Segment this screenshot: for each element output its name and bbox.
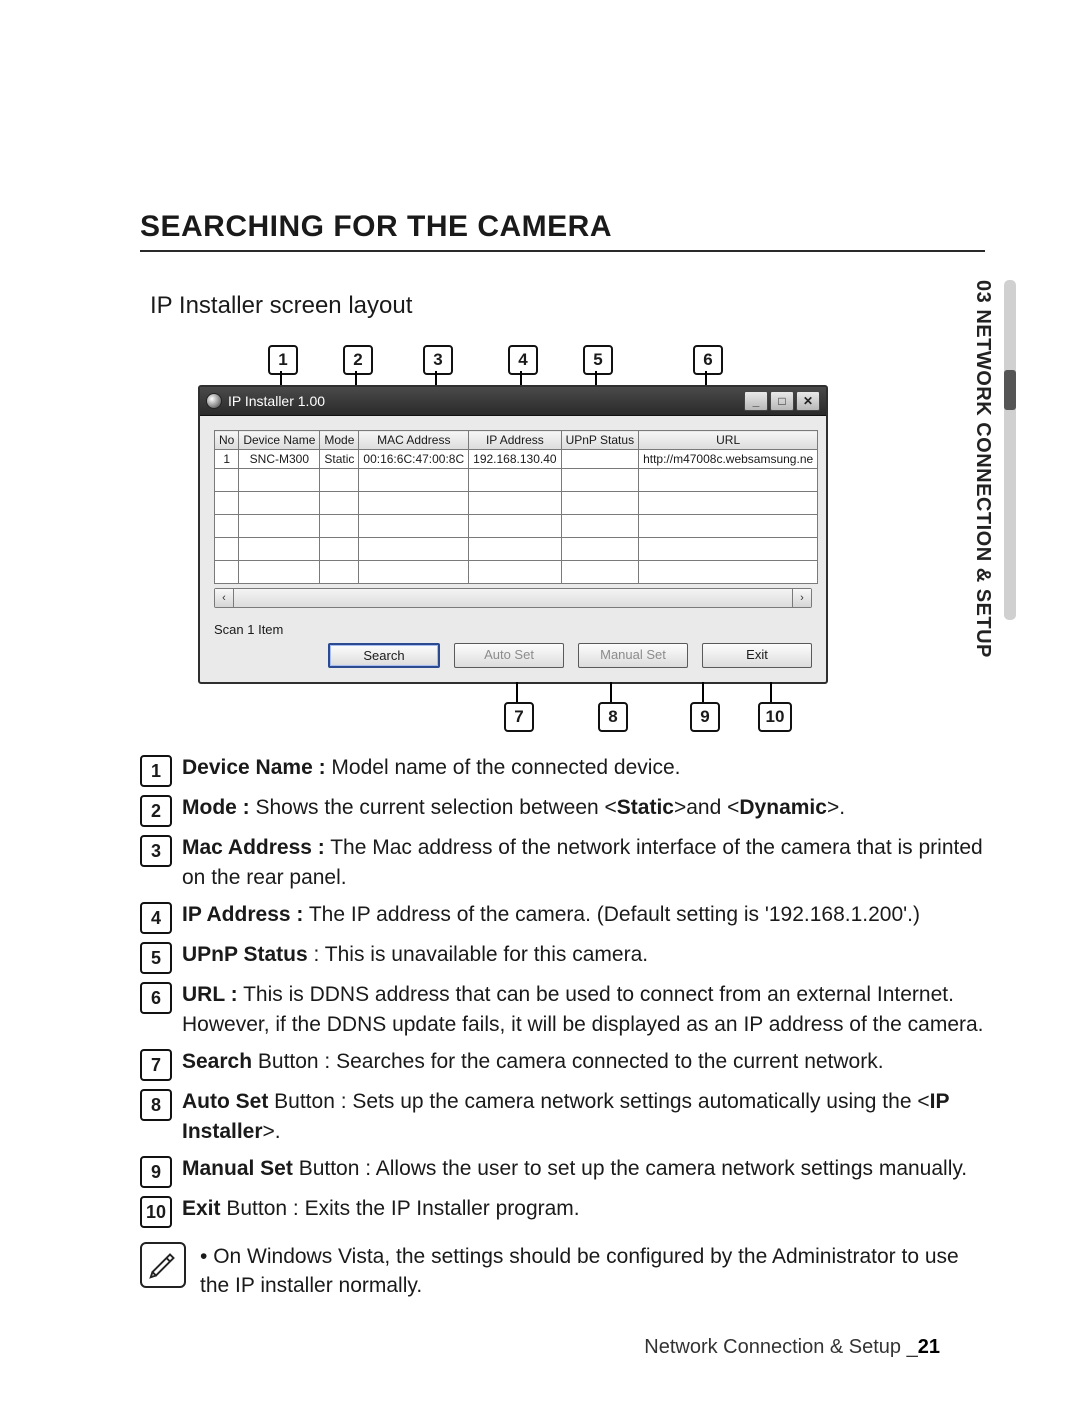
- chapter-side-tab: 03 NETWORK CONNECTION & SETUP: [971, 280, 1016, 658]
- callout-10: 10: [758, 702, 792, 732]
- maximize-button[interactable]: □: [770, 391, 794, 411]
- cell-no: 1: [215, 450, 239, 469]
- description-item: 2 Mode : Shows the current selection betw…: [140, 793, 985, 827]
- description-number: 6: [140, 982, 172, 1014]
- description-text: Mac Address : The Mac address of the net…: [182, 833, 985, 894]
- description-item: 10 Exit Button : Exits the IP Installer p…: [140, 1194, 985, 1228]
- page-number: 21: [918, 1336, 940, 1358]
- description-number: 1: [140, 755, 172, 787]
- bottom-callouts: 7 8 9 10: [198, 682, 828, 728]
- callout-1: 1: [268, 345, 298, 375]
- manual-page: 03 NETWORK CONNECTION & SETUP SEARCHING …: [0, 0, 1080, 1414]
- description-item: 4 IP Address : The IP address of the came…: [140, 900, 985, 934]
- description-item: 3 Mac Address : The Mac address of the ne…: [140, 833, 985, 894]
- auto-set-button[interactable]: Auto Set: [454, 643, 564, 668]
- device-grid-area: No Device Name Mode MAC Address IP Addre…: [200, 416, 826, 612]
- callout-3: 3: [423, 345, 453, 375]
- cell-mode: Static: [320, 450, 359, 469]
- scroll-left-icon[interactable]: ‹: [215, 589, 234, 607]
- callout-7: 7: [504, 702, 534, 732]
- description-text: Manual Set Button : Allows the user to s…: [182, 1154, 985, 1184]
- cell-url: http://m47008c.websamsung.ne: [639, 450, 818, 469]
- description-number: 4: [140, 902, 172, 934]
- description-text: Search Button : Searches for the camera …: [182, 1047, 985, 1077]
- description-text: Mode : Shows the current selection betwe…: [182, 793, 985, 823]
- top-callouts: 1 2 3 4 5 6: [198, 345, 828, 385]
- side-accent-bar: [1004, 280, 1016, 620]
- note-icon: [140, 1242, 186, 1288]
- description-text: UPnP Status : This is unavailable for th…: [182, 940, 985, 970]
- window-title-bar: IP Installer 1.00 _ □ ✕: [200, 387, 826, 416]
- heading-rule: [140, 250, 985, 252]
- page-heading: SEARCHING FOR THE CAMERA: [140, 210, 985, 244]
- action-button-row: Search Auto Set Manual Set Exit: [200, 643, 826, 682]
- chapter-label: 03 NETWORK CONNECTION & SETUP: [971, 280, 994, 658]
- footer-section: Network Connection & Setup: [644, 1336, 901, 1358]
- device-table-header: No Device Name Mode MAC Address IP Addre…: [215, 431, 818, 450]
- callout-2: 2: [343, 345, 373, 375]
- col-device: Device Name: [239, 431, 320, 450]
- description-text: URL : This is DDNS address that can be u…: [182, 980, 985, 1041]
- description-text: Device Name : Model name of the connecte…: [182, 753, 985, 783]
- description-number: 7: [140, 1049, 172, 1081]
- description-item: 8 Auto Set Button : Sets up the camera ne…: [140, 1087, 985, 1148]
- window-title: IP Installer 1.00: [228, 393, 325, 409]
- callout-8: 8: [598, 702, 628, 732]
- description-number: 3: [140, 835, 172, 867]
- description-item: 5 UPnP Status : This is unavailable for t…: [140, 940, 985, 974]
- description-item: 1 Device Name : Model name of the connect…: [140, 753, 985, 787]
- window-control-buttons: _ □ ✕: [744, 391, 820, 411]
- description-number: 5: [140, 942, 172, 974]
- col-upnp: UPnP Status: [561, 431, 638, 450]
- callout-4: 4: [508, 345, 538, 375]
- chapter-number: 03: [972, 280, 994, 303]
- description-text: Exit Button : Exits the IP Installer pro…: [182, 1194, 985, 1224]
- cell-ip: 192.168.130.40: [469, 450, 561, 469]
- search-button[interactable]: Search: [328, 643, 440, 668]
- page-footer: Network Connection & Setup _21: [644, 1336, 940, 1359]
- description-item: 7 Search Button : Searches for the camera…: [140, 1047, 985, 1081]
- description-text: IP Address : The IP address of the camer…: [182, 900, 985, 930]
- device-table: No Device Name Mode MAC Address IP Addre…: [214, 430, 818, 584]
- admin-note: • On Windows Vista, the settings should …: [140, 1242, 985, 1301]
- minimize-button[interactable]: _: [744, 391, 768, 411]
- description-item: 6 URL : This is DDNS address that can be …: [140, 980, 985, 1041]
- table-row[interactable]: 1 SNC-M300 Static 00:16:6C:47:00:8C 192.…: [215, 450, 818, 469]
- callout-5: 5: [583, 345, 613, 375]
- description-number: 9: [140, 1156, 172, 1188]
- cell-device: SNC-M300: [239, 450, 320, 469]
- cell-mac: 00:16:6C:47:00:8C: [359, 450, 469, 469]
- scan-status: Scan 1 Item: [214, 622, 283, 637]
- footer-sep: _: [907, 1336, 918, 1358]
- callout-description-list: 1 Device Name : Model name of the connect…: [140, 753, 985, 1228]
- app-icon: [206, 393, 222, 409]
- description-number: 10: [140, 1196, 172, 1228]
- col-url: URL: [639, 431, 818, 450]
- description-item: 9 Manual Set Button : Allows the user to …: [140, 1154, 985, 1188]
- screenshot-figure: 1 2 3 4 5 6 IP Installer 1.00 _ □ ✕: [198, 345, 828, 728]
- sub-heading: IP Installer screen layout: [150, 292, 985, 320]
- chapter-title: NETWORK CONNECTION & SETUP: [972, 309, 994, 658]
- status-row: Scan 1 Item: [200, 612, 826, 643]
- scroll-right-icon[interactable]: ›: [792, 589, 811, 607]
- description-number: 8: [140, 1089, 172, 1121]
- col-ip: IP Address: [469, 431, 561, 450]
- description-text: Auto Set Button : Sets up the camera net…: [182, 1087, 985, 1148]
- callout-9: 9: [690, 702, 720, 732]
- exit-button[interactable]: Exit: [702, 643, 812, 668]
- description-number: 2: [140, 795, 172, 827]
- callout-6: 6: [693, 345, 723, 375]
- col-mode: Mode: [320, 431, 359, 450]
- note-text: • On Windows Vista, the settings should …: [200, 1242, 985, 1301]
- horizontal-scrollbar[interactable]: ‹ ›: [214, 588, 812, 608]
- ip-installer-window: IP Installer 1.00 _ □ ✕ No Device Name M…: [198, 385, 828, 684]
- manual-set-button[interactable]: Manual Set: [578, 643, 688, 668]
- cell-upnp: [561, 450, 638, 469]
- close-button[interactable]: ✕: [796, 391, 820, 411]
- col-no: No: [215, 431, 239, 450]
- col-mac: MAC Address: [359, 431, 469, 450]
